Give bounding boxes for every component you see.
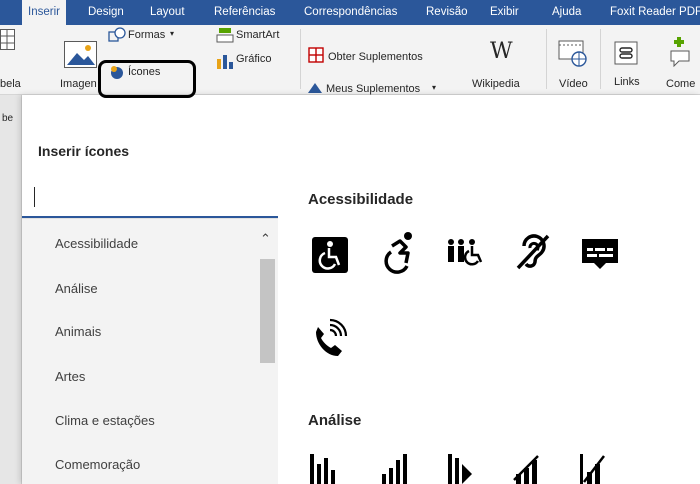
tab-exibir[interactable]: Exibir <box>490 0 519 25</box>
text-caret <box>34 187 35 207</box>
category-acessibilidade[interactable]: Acessibilidade <box>55 236 138 251</box>
tab-layout[interactable]: Layout <box>150 0 185 25</box>
smartart-icon <box>216 28 234 43</box>
tab-correspondencias[interactable]: Correspondências <box>304 0 397 25</box>
category-analise[interactable]: Análise <box>55 281 98 296</box>
dialog-title: Inserir ícones <box>38 143 130 159</box>
bar-trend-icon[interactable] <box>510 450 554 484</box>
grafico-label: Gráfico <box>236 53 272 65</box>
meus-suplementos-label: Meus Suplementos <box>326 83 421 95</box>
imagens-label: Imagen <box>60 78 97 90</box>
chevron-down-icon: ▾ <box>432 83 437 92</box>
family-accessibility-icon[interactable] <box>444 233 488 277</box>
chevron-up-icon[interactable]: ⌃ <box>260 231 271 247</box>
chart-icon <box>217 55 233 69</box>
tab-revisao[interactable]: Revisão <box>426 0 468 25</box>
comentario-label: Come <box>666 78 696 90</box>
links-label: Links <box>614 76 640 88</box>
volume-control-phone-icon[interactable] <box>308 318 352 362</box>
tabela-label: bela <box>0 78 21 90</box>
store-icon <box>308 47 324 63</box>
category-artes[interactable]: Artes <box>55 369 85 384</box>
bar-chart-ascending-icon[interactable] <box>378 450 422 484</box>
category-clima-e-estacoes[interactable]: Clima e estações <box>55 413 155 428</box>
growth-chart-icon[interactable] <box>578 450 622 484</box>
doc-strip-label: be <box>2 113 14 124</box>
tab-inserir[interactable]: Inserir <box>22 0 66 25</box>
ribbon-separator <box>600 29 601 89</box>
picture-icon <box>64 41 97 68</box>
tab-foxit-reader-pdf[interactable]: Foxit Reader PDF <box>610 0 700 25</box>
ribbon-separator <box>300 29 301 89</box>
document-strip: be <box>0 95 22 484</box>
category-list: Acessibilidade Análise Animais Artes Cli… <box>22 218 278 484</box>
tab-ajuda[interactable]: Ajuda <box>552 0 581 25</box>
smartart-label: SmartArt <box>236 29 280 41</box>
online-video-icon <box>558 40 587 67</box>
hearing-impaired-icon[interactable] <box>510 230 554 274</box>
comment-icon <box>670 37 690 67</box>
bar-chart-icon[interactable] <box>308 450 352 484</box>
search-input[interactable] <box>22 178 278 218</box>
icones-highlight-annotation <box>98 60 196 98</box>
ribbon-separator <box>546 29 547 89</box>
tab-design[interactable]: Design <box>88 0 124 25</box>
tab-referencias[interactable]: Referências <box>214 0 275 25</box>
video-label: Vídeo <box>559 78 588 90</box>
table-icon <box>0 29 15 50</box>
formas-label: Formas <box>128 29 166 41</box>
my-addins-icon <box>308 83 322 93</box>
shapes-icon <box>108 27 126 42</box>
section-title-acessibilidade: Acessibilidade <box>308 191 414 208</box>
insert-icons-dialog: Inserir ícones Acessibilidade Análise An… <box>22 95 700 484</box>
category-animais[interactable]: Animais <box>55 324 101 339</box>
wikipedia-label: Wikipedia <box>472 78 520 90</box>
ribbon-tab-bar: Inserir Design Layout Referências Corres… <box>0 0 700 25</box>
link-icon <box>614 41 638 65</box>
active-wheelchair-icon[interactable] <box>378 230 422 274</box>
section-title-analise: Análise <box>308 412 362 429</box>
wheelchair-sign-icon[interactable] <box>308 233 352 277</box>
closed-captioning-icon[interactable] <box>578 233 622 277</box>
category-comemoracao[interactable]: Comemoração <box>55 457 140 472</box>
chevron-down-icon: ▾ <box>170 29 175 38</box>
scrollbar-thumb[interactable] <box>260 259 275 363</box>
obter-suplementos-label: Obter Suplementos <box>328 51 423 63</box>
icon-gallery: Acessibilidade Análise <box>278 178 700 484</box>
bar-chart-descending-icon[interactable] <box>444 450 488 484</box>
wikipedia-icon: W <box>490 39 513 64</box>
